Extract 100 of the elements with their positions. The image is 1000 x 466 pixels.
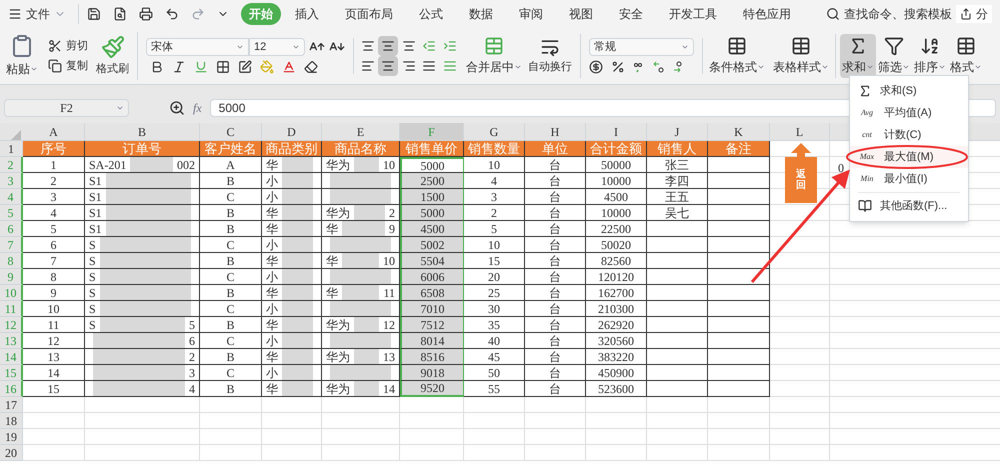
column-header[interactable]: A: [23, 123, 85, 140]
paste-button[interactable]: 粘贴: [4, 32, 40, 80]
percent-icon[interactable]: [611, 60, 625, 74]
ribbon-tab[interactable]: 公式: [411, 3, 451, 25]
table-cell: 30: [464, 301, 525, 317]
row-number[interactable]: 17: [0, 397, 23, 413]
column-header[interactable]: B: [85, 123, 200, 140]
ribbon-tab[interactable]: 页面布局: [337, 3, 401, 25]
copy-button[interactable]: 复制: [48, 58, 88, 74]
align-button[interactable]: [378, 36, 398, 56]
blur-patch: [282, 237, 313, 252]
eraser-icon[interactable]: [304, 60, 318, 74]
menu-item[interactable]: 其他函数(F)...: [850, 195, 968, 217]
table-cell-fragment: S: [89, 236, 96, 254]
ribbon-tab[interactable]: 开发工具: [661, 3, 725, 25]
table-cell: 5002: [400, 237, 464, 253]
menu-item[interactable]: cnt 计数(C): [850, 124, 968, 146]
sort-icon: [920, 36, 940, 56]
table-cell: 15: [23, 381, 85, 397]
format-painter-button[interactable]: 格式刷: [96, 34, 129, 78]
row-number[interactable]: 18: [0, 413, 23, 429]
column-header[interactable]: J: [647, 123, 708, 140]
menu-item[interactable]: Min 最小值(I): [850, 168, 968, 190]
ribbon-tab[interactable]: 视图: [561, 3, 601, 25]
empty-cell: [708, 429, 770, 445]
empty-cell: [464, 413, 525, 429]
table-cell: B: [200, 205, 262, 221]
share-button[interactable]: 分: [956, 5, 992, 23]
empty-cell: [200, 397, 262, 413]
table-cell-fragment: 华: [266, 348, 278, 366]
table-cell: 1: [23, 157, 85, 173]
conditional-format-button[interactable]: 条件格式: [707, 34, 767, 78]
header-cell: 单位: [525, 141, 586, 157]
book-icon: [858, 199, 872, 213]
function-label[interactable]: fx: [193, 98, 202, 116]
row-number[interactable]: 1: [0, 141, 23, 157]
table-cell: 120120: [586, 269, 647, 285]
blur-patch: [282, 349, 313, 364]
empty-cell: [262, 445, 322, 461]
table-cell: 2: [23, 173, 85, 189]
name-box[interactable]: F2: [4, 98, 129, 116]
row-number[interactable]: 19: [0, 429, 23, 445]
print-icon[interactable]: [139, 7, 153, 21]
file-menu[interactable]: 文件: [8, 5, 74, 23]
blur-patch: [282, 205, 313, 220]
ribbon-tab[interactable]: 插入: [287, 3, 327, 25]
table-cell: 台: [525, 317, 586, 333]
empty-cell: [400, 397, 464, 413]
thousands-icon[interactable]: [633, 61, 645, 73]
table-cell: 320560: [586, 333, 647, 349]
command-search[interactable]: 查找命令、搜索模板: [826, 5, 952, 23]
ribbon-tab[interactable]: 数据: [461, 3, 501, 25]
increase-decimal-icon[interactable]: [653, 61, 665, 73]
table-cell: 55: [464, 381, 525, 397]
empty-cell: [647, 221, 708, 237]
font-color-icon[interactable]: [282, 60, 296, 74]
currency-icon[interactable]: [589, 60, 603, 74]
table-cell-fragment: 华: [326, 252, 338, 270]
zoom-icon[interactable]: [169, 100, 185, 116]
ribbon-tab[interactable]: 安全: [611, 3, 651, 25]
table-cell-fragment: 5: [189, 316, 195, 334]
align-button[interactable]: [378, 56, 398, 76]
align-icon: [442, 59, 457, 73]
border-icon[interactable]: [216, 60, 230, 74]
row-number[interactable]: 20: [0, 445, 23, 461]
column-header[interactable]: L: [770, 123, 830, 140]
table-cell: C: [200, 189, 262, 205]
merge-button[interactable]: 合并居中: [464, 34, 524, 78]
wrap-text-button[interactable]: 自动换行: [528, 36, 572, 76]
table-cell-fragment: 10: [383, 252, 395, 270]
sort-button[interactable]: 排序: [912, 34, 948, 78]
column-header[interactable]: I: [586, 123, 647, 140]
column-header[interactable]: C: [200, 123, 262, 140]
table-cell-fragment: 华: [326, 284, 338, 302]
bold-icon[interactable]: [150, 60, 164, 74]
column-header[interactable]: G: [464, 123, 525, 140]
cell-style-icon[interactable]: [238, 60, 252, 74]
cut-button[interactable]: 剪切: [48, 38, 88, 54]
empty-cell: [708, 365, 770, 381]
preview-icon[interactable]: [113, 7, 127, 21]
table-cell-fragment: 2: [189, 348, 195, 366]
number-format-select[interactable]: 常规: [589, 38, 694, 56]
format-button[interactable]: 格式: [948, 34, 984, 78]
filter-button[interactable]: 筛选: [876, 34, 912, 78]
ribbon-tab[interactable]: 特色应用: [735, 3, 799, 25]
column-header[interactable]: D: [262, 123, 322, 140]
font-size-select[interactable]: 12: [249, 38, 305, 56]
table-style-button[interactable]: 表格样式: [771, 34, 831, 78]
column-header[interactable]: K: [708, 123, 770, 140]
table-cell: 3: [23, 189, 85, 205]
italic-icon[interactable]: [172, 60, 186, 74]
save-icon[interactable]: [87, 7, 101, 21]
fill-color-icon[interactable]: [260, 60, 274, 74]
sum-button[interactable]: 求和: [840, 34, 876, 78]
font-select[interactable]: 宋体: [146, 38, 249, 56]
undo-icon[interactable]: [165, 7, 179, 21]
sigma-icon: [858, 84, 872, 98]
empty-cell: [647, 413, 708, 429]
ribbon-tab[interactable]: 审阅: [511, 3, 551, 25]
column-header[interactable]: H: [525, 123, 586, 140]
